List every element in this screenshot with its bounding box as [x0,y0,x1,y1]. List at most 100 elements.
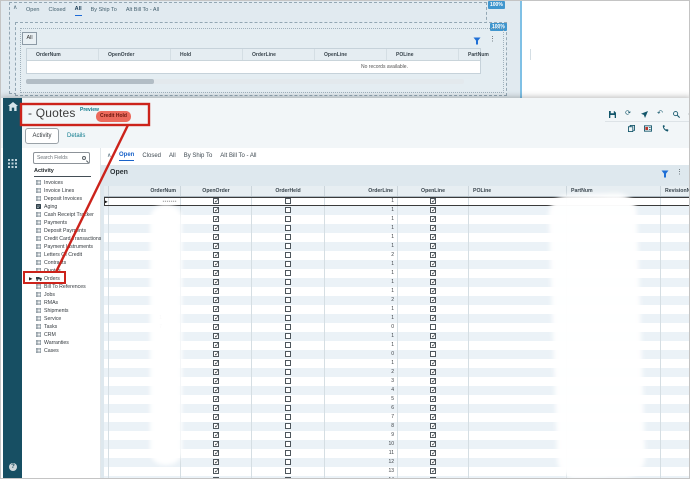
nav-item-cases[interactable]: Cases [22,347,101,355]
checkbox-checked-icon[interactable] [213,468,219,474]
tab-by-ship-to[interactable]: By Ship To [91,6,117,16]
send-icon[interactable] [640,110,648,118]
checkbox-checked-icon[interactable] [213,432,219,438]
checkbox-checked-icon[interactable] [430,216,436,222]
checkbox-unchecked-icon[interactable] [285,225,291,231]
checkbox-unchecked-icon[interactable] [285,441,291,447]
checkbox-checked-icon[interactable] [430,297,436,303]
checkbox-checked-icon[interactable] [213,423,219,429]
checkbox-unchecked-icon[interactable] [285,297,291,303]
nav-item-warranties[interactable]: Warranties [22,339,101,347]
checkbox-checked-icon[interactable] [430,423,436,429]
checkbox-checked-icon[interactable] [430,243,436,249]
nav-item-aging[interactable]: Aging [22,203,101,211]
checkbox-unchecked-icon[interactable] [285,261,291,267]
tab-closed[interactable]: Closed [48,6,65,16]
nav-item-invoices[interactable]: Invoices [22,179,101,187]
checkbox-unchecked-icon[interactable] [285,252,291,258]
checkbox-unchecked-icon[interactable] [430,324,436,330]
checkbox-checked-icon[interactable] [213,243,219,249]
nav-item-payments[interactable]: Payments [22,219,101,227]
checkbox-checked-icon[interactable] [430,270,436,276]
nav-item-credit-card-transactions[interactable]: Credit Card Transactions [22,235,101,243]
checkbox-unchecked-icon[interactable] [285,342,291,348]
group-tab-all[interactable]: All [22,32,37,45]
undo-icon[interactable]: ↶ [656,110,664,118]
checkbox-checked-icon[interactable] [430,279,436,285]
checkbox-unchecked-icon[interactable] [285,360,291,366]
column-header-orderline[interactable]: OrderLine [325,186,398,196]
panel-collapse-chevron-icon[interactable]: ∧ [107,153,111,160]
checkbox-checked-icon[interactable] [430,387,436,393]
checkbox-checked-icon[interactable] [213,207,219,213]
column-header-partnum[interactable]: PartNum [459,49,531,60]
column-header-openorder[interactable]: OpenOrder [99,49,171,60]
checkbox-unchecked-icon[interactable] [285,351,291,357]
scrollbar-thumb[interactable] [26,79,154,84]
nav-item-rmas[interactable]: RMAs [22,299,101,307]
checkbox-checked-icon[interactable] [430,333,436,339]
checkbox-unchecked-icon[interactable] [285,306,291,312]
checkbox-unchecked-icon[interactable] [285,333,291,339]
checkbox-unchecked-icon[interactable] [285,315,291,321]
checkbox-checked-icon[interactable] [430,441,436,447]
phone-icon[interactable] [661,124,669,132]
tab-details[interactable]: Details [67,133,85,139]
checkbox-checked-icon[interactable] [430,414,436,420]
checkbox-checked-icon[interactable] [430,459,436,465]
grid-kebab-icon[interactable]: ⋮ [676,169,683,177]
column-header-ordernum[interactable]: OrderNum [27,49,99,60]
checkbox-checked-icon[interactable] [213,216,219,222]
search-icon[interactable] [672,110,680,118]
checkbox-unchecked-icon[interactable] [285,459,291,465]
nav-item-tasks[interactable]: Tasks [22,323,101,331]
grid-filter-icon[interactable] [661,170,669,178]
checkbox-checked-icon[interactable] [213,288,219,294]
checkbox-checked-icon[interactable] [213,297,219,303]
nav-item-deposit-payments[interactable]: Deposit Payments [22,227,101,235]
checkbox-checked-icon[interactable] [213,387,219,393]
checkbox-checked-icon[interactable] [430,432,436,438]
contact-card-icon[interactable] [644,124,652,132]
help-icon[interactable]: ? [9,463,17,471]
checkbox-unchecked-icon[interactable] [285,288,291,294]
checkbox-checked-icon[interactable] [213,378,219,384]
checkbox-checked-icon[interactable] [213,459,219,465]
column-header-openline[interactable]: OpenLine [315,49,387,60]
checkbox-unchecked-icon[interactable] [285,324,291,330]
checkbox-checked-icon[interactable] [430,360,436,366]
copy-icon[interactable] [627,124,635,132]
checkbox-checked-icon[interactable] [430,261,436,267]
checkbox-checked-icon[interactable] [213,225,219,231]
tab-alt-bill-to-all[interactable]: Alt Bill To - All [126,6,159,16]
nav-item-shipments[interactable]: Shipments [22,307,101,315]
checkbox-checked-icon[interactable] [213,261,219,267]
checkbox-checked-icon[interactable] [430,378,436,384]
checkbox-checked-icon[interactable] [430,342,436,348]
column-header-openline[interactable]: OpenLine [398,186,469,196]
checkbox-unchecked-icon[interactable] [285,234,291,240]
column-header-poline[interactable]: POLine [469,186,567,196]
tab-all[interactable]: All [169,153,176,161]
apps-menu-icon[interactable] [8,159,17,168]
checkbox-checked-icon[interactable] [213,342,219,348]
refresh-icon[interactable]: ⟳ [624,110,632,118]
checkbox-unchecked-icon[interactable] [285,423,291,429]
nav-item-contracts[interactable]: Contracts [22,259,101,267]
checkbox-checked-icon[interactable] [430,450,436,456]
checkbox-checked-icon[interactable] [213,252,219,258]
checkbox-checked-icon[interactable] [213,279,219,285]
expand-caret-icon[interactable]: ▶ [29,276,32,282]
tab-open[interactable]: Open [119,152,134,161]
checkbox-checked-icon[interactable] [213,441,219,447]
column-header-openorder[interactable]: OpenOrder [181,186,252,196]
nav-item-jobs[interactable]: Jobs [22,291,101,299]
checkbox-checked-icon[interactable] [430,315,436,321]
checkbox-unchecked-icon[interactable] [285,207,291,213]
checkbox-checked-icon[interactable] [213,450,219,456]
checkbox-unchecked-icon[interactable] [285,243,291,249]
nav-item-service[interactable]: Service [22,315,101,323]
nav-item-invoice-lines[interactable]: Invoice Lines [22,187,101,195]
horizontal-scrollbar[interactable] [26,79,464,84]
checkbox-unchecked-icon[interactable] [285,396,291,402]
